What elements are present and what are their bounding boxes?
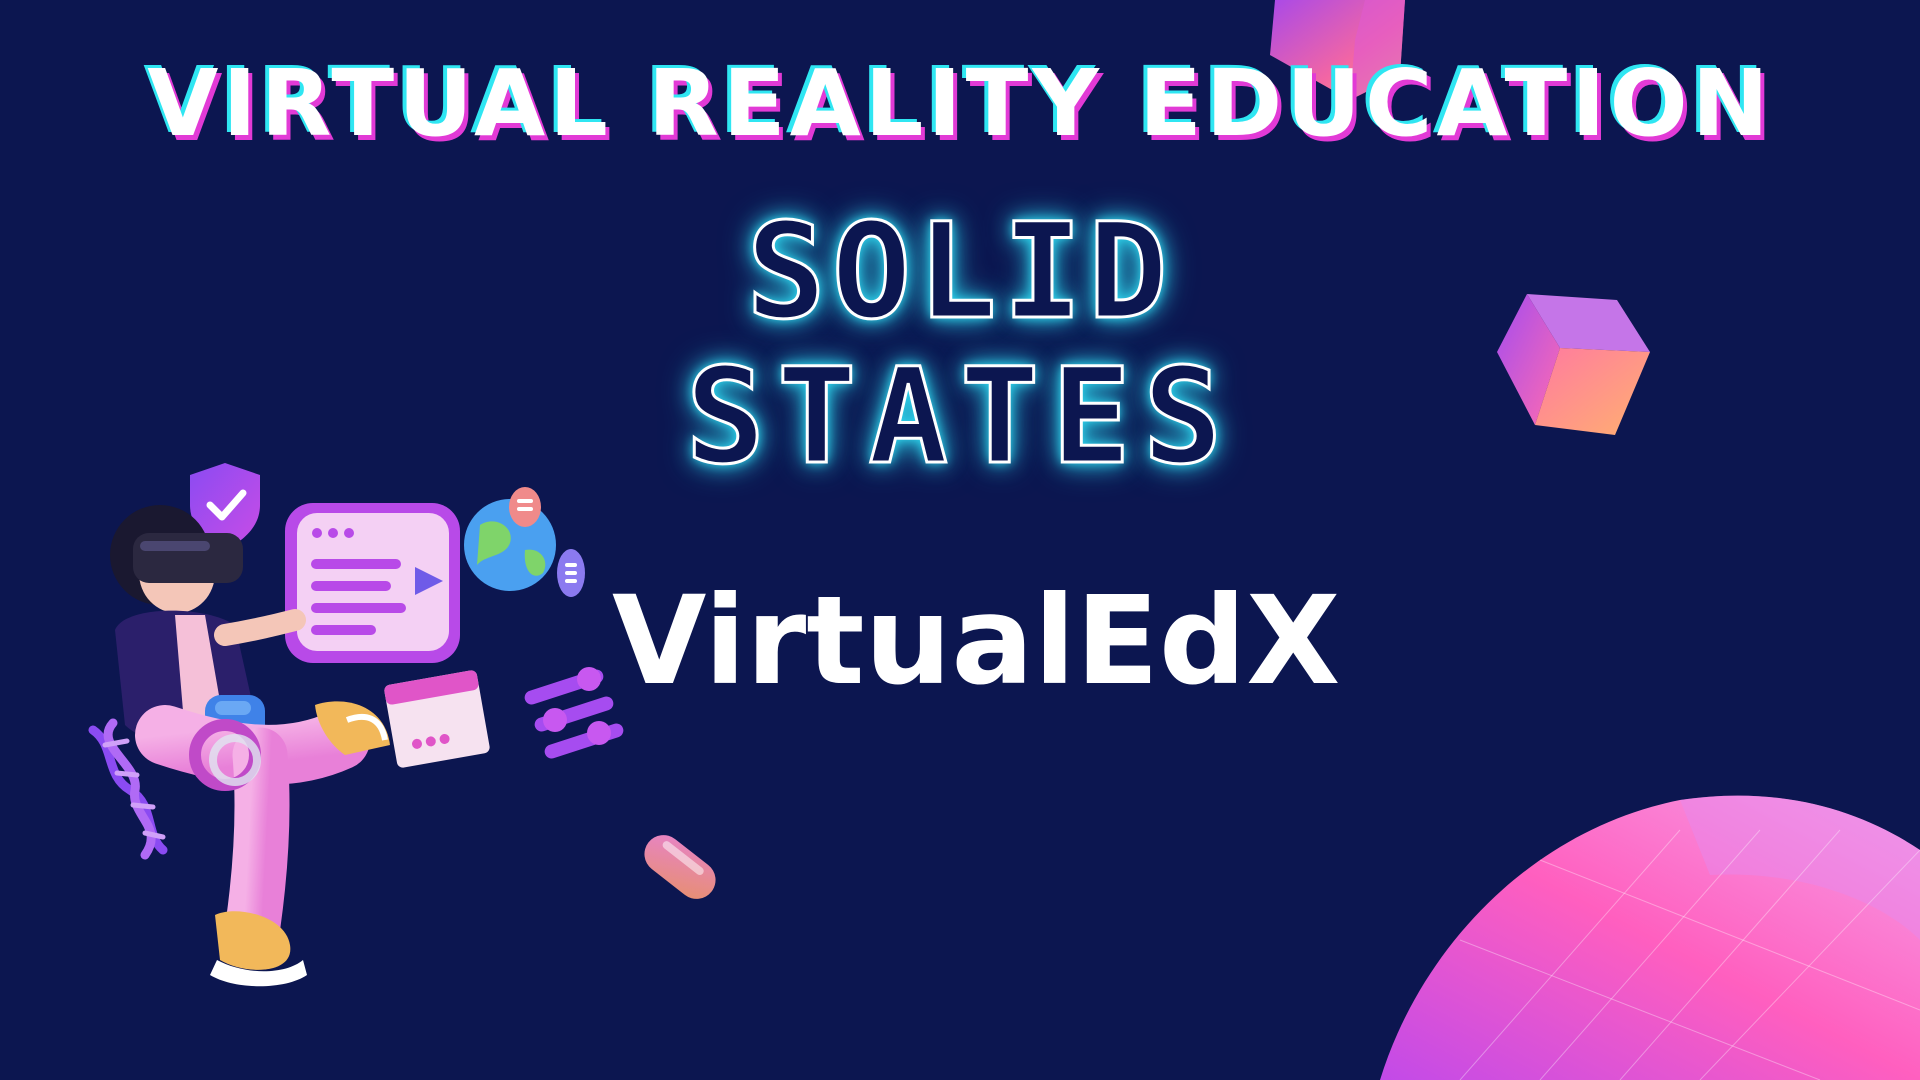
browser-window-icon (285, 503, 460, 663)
slide-canvas: VIRTUAL REALITY EDUCATION SOLID STATES V… (0, 0, 1920, 1080)
vr-student-illustration (88, 463, 624, 987)
headline: VIRTUAL REALITY EDUCATION (147, 50, 1773, 157)
brand-name: VirtualEdX (612, 570, 1341, 712)
neon-title-line-2: STATES (684, 339, 1235, 496)
glass-cylinder-icon (1380, 795, 1920, 1080)
photo-card-icon (384, 670, 490, 768)
slider-controls-icon (524, 667, 624, 759)
neon-title-line-1: SOLID (745, 194, 1174, 351)
glass-capsule-icon (644, 835, 716, 899)
